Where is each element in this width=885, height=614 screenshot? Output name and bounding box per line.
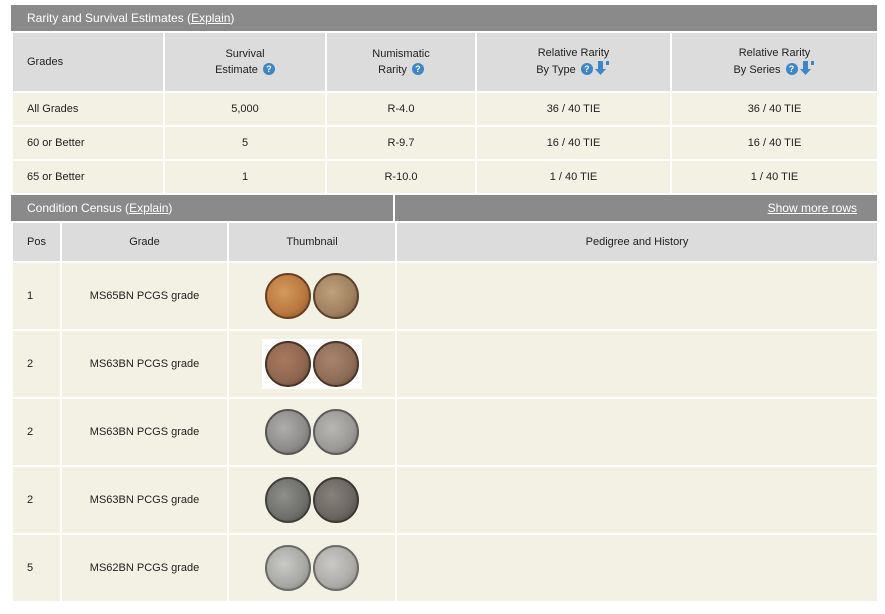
numismatic-header-line1: Numismatic — [372, 47, 430, 60]
by-type-cell: 36 / 40 TIE — [475, 91, 672, 127]
show-more-bar: Show more rows — [395, 195, 877, 221]
page-content: Rarity and Survival Estimates (Explain) … — [11, 5, 879, 603]
grade-cell: MS62BN PCGS grade — [60, 533, 229, 603]
by-type-cell: 1 / 40 TIE — [475, 159, 672, 195]
census-row: 5 MS62BN PCGS grade — [11, 533, 879, 603]
coin-reverse-thumbnail[interactable] — [313, 477, 359, 523]
census-row: 2 MS63BN PCGS grade — [11, 397, 879, 467]
pedigree-header: Pedigree and History — [395, 221, 879, 263]
rarity-header-row: Grades Survival Estimate? Numismatic Rar… — [11, 31, 879, 93]
numismatic-cell: R-10.0 — [325, 159, 477, 195]
sort-arrow-icon[interactable] — [799, 60, 816, 76]
pedigree-cell — [395, 533, 879, 603]
rel-type-header-line2: By Type — [536, 63, 576, 76]
by-series-cell: 16 / 40 TIE — [670, 125, 879, 161]
pedigree-cell — [395, 465, 879, 535]
rarity-title-prefix: Rarity and Survival Estimates ( — [27, 11, 192, 25]
numismatic-rarity-header: Numismatic Rarity? — [325, 31, 477, 93]
numismatic-cell: R-4.0 — [325, 91, 477, 127]
help-icon[interactable]: ? — [785, 62, 798, 75]
thumbnail-frame — [262, 339, 362, 389]
by-series-cell: 36 / 40 TIE — [670, 91, 879, 127]
census-title-prefix: Condition Census ( — [27, 201, 130, 215]
rarity-row: All Grades 5,000 R-4.0 36 / 40 TIE 36 / … — [11, 91, 879, 127]
coin-obverse-thumbnail[interactable] — [265, 341, 311, 387]
thumbnail-cell[interactable] — [227, 397, 397, 467]
census-header-row: Pos Grade Thumbnail Pedigree and History — [11, 221, 879, 263]
grade-cell: 60 or Better — [11, 125, 165, 161]
survival-header-line1: Survival — [225, 47, 265, 60]
survival-cell: 1 — [163, 159, 327, 195]
survival-cell: 5,000 — [163, 91, 327, 127]
rel-series-header-line2: By Series — [733, 63, 781, 76]
survival-cell: 5 — [163, 125, 327, 161]
numismatic-header-line2: Rarity — [378, 63, 407, 76]
by-type-cell: 16 / 40 TIE — [475, 125, 672, 161]
rel-type-header-line1: Relative Rarity — [537, 46, 610, 59]
coin-reverse-thumbnail[interactable] — [313, 409, 359, 455]
rel-series-header-line1: Relative Rarity — [738, 46, 811, 59]
census-section-header: Condition Census (Explain) Show more row… — [11, 195, 877, 221]
grades-header: Grades — [11, 31, 165, 93]
by-series-cell: 1 / 40 TIE — [670, 159, 879, 195]
census-title-suffix: ) — [168, 201, 173, 215]
grade-cell: MS63BN PCGS grade — [60, 397, 229, 467]
rarity-row: 65 or Better 1 R-10.0 1 / 40 TIE 1 / 40 … — [11, 159, 879, 195]
rarity-title-suffix: ) — [230, 11, 235, 25]
rarity-section-header: Rarity and Survival Estimates (Explain) — [11, 5, 877, 31]
coin-reverse-thumbnail[interactable] — [313, 341, 359, 387]
rarity-table: Grades Survival Estimate? Numismatic Rar… — [11, 31, 879, 195]
coin-obverse-thumbnail[interactable] — [265, 409, 311, 455]
help-icon[interactable]: ? — [580, 62, 593, 75]
census-row: 2 MS63BN PCGS grade — [11, 465, 879, 535]
grade-header: Grade — [60, 221, 229, 263]
grade-cell: 65 or Better — [11, 159, 165, 195]
pos-cell: 2 — [11, 465, 62, 535]
help-icon[interactable]: ? — [411, 63, 424, 76]
show-more-rows-link[interactable]: Show more rows — [768, 201, 857, 215]
coin-obverse-thumbnail[interactable] — [265, 273, 311, 319]
numismatic-cell: R-9.7 — [325, 125, 477, 161]
pos-header: Pos — [11, 221, 62, 263]
pedigree-cell — [395, 397, 879, 467]
coin-obverse-thumbnail[interactable] — [265, 477, 311, 523]
census-explain-link[interactable]: Explain — [129, 201, 168, 215]
pos-cell: 2 — [11, 329, 62, 399]
coin-reverse-thumbnail[interactable] — [313, 545, 359, 591]
survival-header-line2: Estimate — [215, 63, 258, 76]
relative-rarity-type-header: Relative Rarity By Type? — [475, 31, 672, 93]
rarity-row: 60 or Better 5 R-9.7 16 / 40 TIE 16 / 40… — [11, 125, 879, 161]
relative-rarity-series-header: Relative Rarity By Series? — [670, 31, 879, 93]
pedigree-cell — [395, 261, 879, 331]
thumbnail-cell[interactable] — [227, 533, 397, 603]
pos-cell: 2 — [11, 397, 62, 467]
census-row: 1 MS65BN PCGS grade — [11, 261, 879, 331]
thumbnail-cell[interactable] — [227, 329, 397, 399]
coin-obverse-thumbnail[interactable] — [265, 545, 311, 591]
coin-reverse-thumbnail[interactable] — [313, 273, 359, 319]
pos-cell: 1 — [11, 261, 62, 331]
grade-cell: All Grades — [11, 91, 165, 127]
grade-cell: MS63BN PCGS grade — [60, 329, 229, 399]
census-table: Pos Grade Thumbnail Pedigree and History… — [11, 221, 879, 603]
sort-arrow-icon[interactable] — [594, 60, 611, 76]
thumbnail-header: Thumbnail — [227, 221, 397, 263]
grade-cell: MS65BN PCGS grade — [60, 261, 229, 331]
survival-estimate-header: Survival Estimate? — [163, 31, 327, 93]
census-title-bar: Condition Census (Explain) — [11, 195, 393, 221]
pedigree-cell — [395, 329, 879, 399]
pos-cell: 5 — [11, 533, 62, 603]
census-row: 2 MS63BN PCGS grade — [11, 329, 879, 399]
help-icon[interactable]: ? — [262, 63, 275, 76]
thumbnail-cell[interactable] — [227, 465, 397, 535]
thumbnail-cell[interactable] — [227, 261, 397, 331]
rarity-explain-link[interactable]: Explain — [191, 11, 230, 25]
grade-cell: MS63BN PCGS grade — [60, 465, 229, 535]
